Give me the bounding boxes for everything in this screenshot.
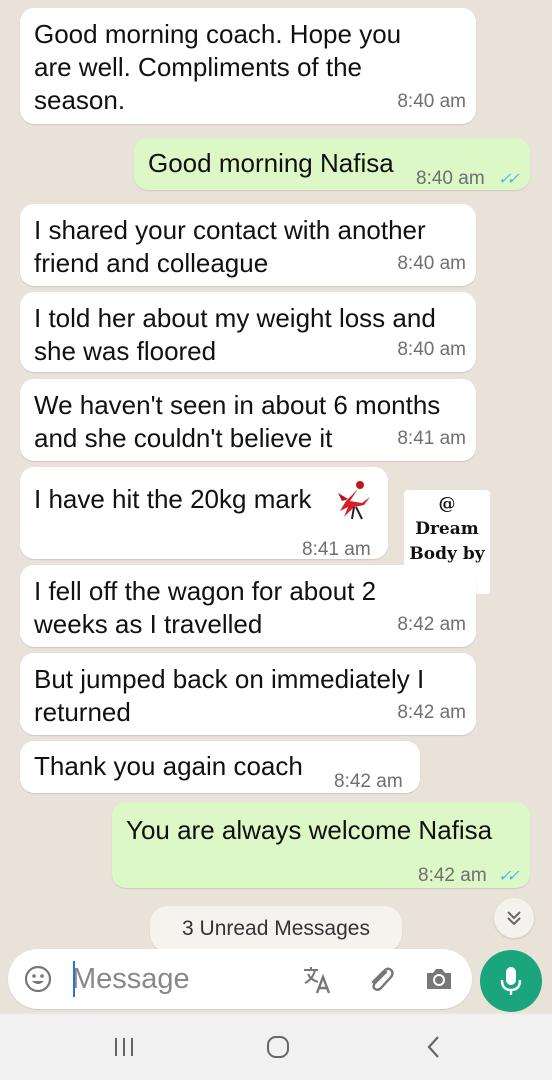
message-bubble-incoming[interactable]: I shared your contact with another frien… <box>20 204 476 286</box>
message-bubble-incoming[interactable]: Good morning coach. Hope you are well. C… <box>20 8 476 124</box>
message-time: 8:40 am <box>397 339 466 360</box>
watermark-line: @ <box>438 494 456 514</box>
message-text: Thank you again coach <box>34 751 303 781</box>
dancer-sticker-icon <box>338 481 370 520</box>
message-text: Good morning coach. Hope you are well. C… <box>34 19 402 115</box>
message-time: 8:41 am <box>302 539 371 560</box>
home-icon <box>267 1036 289 1058</box>
system-navigation-bar <box>0 1014 552 1080</box>
translate-icon <box>304 967 331 994</box>
message-text: I fell off the wagon for about 2 weeks a… <box>34 576 377 639</box>
voice-message-button[interactable] <box>480 950 542 1012</box>
unread-messages-badge: 3 Unread Messages <box>150 906 402 952</box>
home-button[interactable] <box>258 1030 298 1064</box>
message-text: I have hit the 20kg mark <box>34 484 312 514</box>
message-bubble-incoming[interactable]: I have hit the 20kg mark 8:41 am <box>20 467 388 560</box>
message-time: 8:42 am <box>418 865 487 886</box>
attach-button[interactable] <box>364 962 398 996</box>
message-bubble-incoming[interactable]: I told her about my weight loss and she … <box>20 292 476 372</box>
message-time: 8:42 am <box>334 771 403 792</box>
message-text: But jumped back on immediately I returne… <box>34 664 425 727</box>
message-text: I shared your contact with another frien… <box>34 215 426 278</box>
message-time: 8:40 am <box>416 168 485 189</box>
emoji-icon <box>24 965 52 993</box>
camera-icon <box>427 969 451 989</box>
message-time: 8:40 am <box>397 253 466 274</box>
chevron-double-down-icon <box>507 911 521 926</box>
emoji-button[interactable] <box>22 963 54 995</box>
message-input[interactable] <box>68 957 292 1001</box>
message-time: 8:40 am <box>397 91 466 112</box>
double-check-icon: ✓✓ <box>498 868 520 885</box>
recent-apps-icon <box>115 1038 133 1056</box>
message-bubble-incoming[interactable]: Thank you again coach 8:42 am <box>20 741 420 793</box>
message-bubble-outgoing[interactable]: You are always welcome Nafisa 8:42 am ✓✓ <box>112 802 530 888</box>
message-bubble-outgoing[interactable]: Good morning Nafisa 8:40 am ✓✓ <box>134 138 530 190</box>
double-check-icon: ✓✓ <box>498 171 520 188</box>
message-composer <box>8 949 472 1009</box>
message-text: You are always welcome Nafisa <box>126 815 493 845</box>
message-bubble-incoming[interactable]: But jumped back on immediately I returne… <box>20 653 476 735</box>
message-time: 8:42 am <box>397 614 466 635</box>
translate-button[interactable] <box>300 962 334 996</box>
camera-button[interactable] <box>422 962 456 996</box>
message-time: 8:41 am <box>397 428 466 449</box>
message-bubble-incoming[interactable]: We haven't seen in about 6 months and sh… <box>20 379 476 461</box>
watermark-line: Dream <box>415 519 479 539</box>
message-text: Good morning Nafisa <box>148 148 394 178</box>
text-caret <box>73 961 75 997</box>
message-time: 8:42 am <box>397 702 466 723</box>
back-icon <box>427 1036 439 1058</box>
microphone-icon <box>500 967 522 995</box>
unread-label: 3 Unread Messages <box>182 917 370 940</box>
chat-area[interactable]: Good morning coach. Hope you are well. C… <box>0 0 552 1012</box>
scroll-to-bottom-button[interactable] <box>494 898 534 938</box>
recent-apps-button[interactable] <box>104 1032 144 1062</box>
message-text: I told her about my weight loss and she … <box>34 303 436 366</box>
message-text: We haven't seen in about 6 months and sh… <box>34 390 441 453</box>
paperclip-icon <box>371 967 394 991</box>
message-bubble-incoming[interactable]: I fell off the wagon for about 2 weeks a… <box>20 565 476 647</box>
watermark-line: Body by <box>409 544 485 564</box>
back-button[interactable] <box>414 1030 454 1064</box>
